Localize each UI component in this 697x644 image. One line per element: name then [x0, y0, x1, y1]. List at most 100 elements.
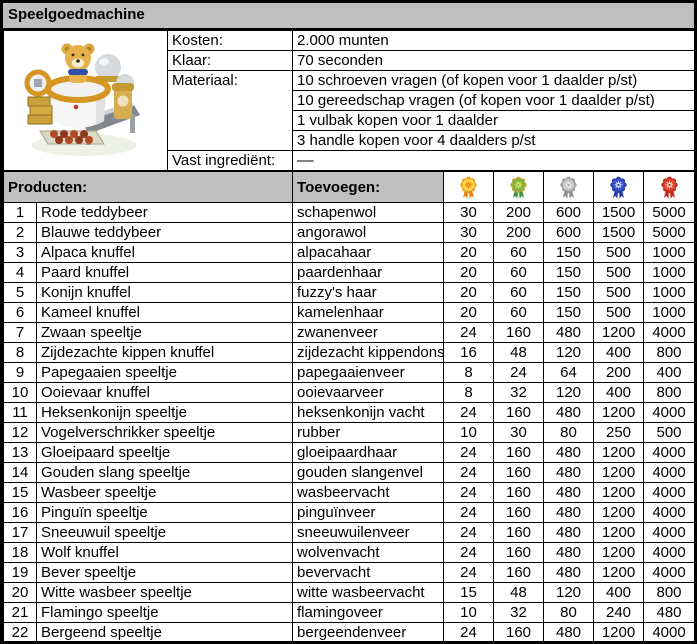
product-value-green: 48	[494, 583, 544, 603]
product-value-green: 32	[494, 383, 544, 403]
product-value-orange: 24	[444, 483, 494, 503]
product-value-silver: 120	[544, 383, 594, 403]
product-name: Vogelverschrikker speeltje	[37, 423, 293, 443]
green-rosette-icon	[508, 175, 529, 200]
product-ingredient: rubber	[293, 423, 444, 443]
product-ingredient: wolvenvacht	[293, 543, 444, 563]
product-value-blue: 1500	[594, 223, 644, 243]
product-value-red: 1000	[644, 283, 695, 303]
product-value-green: 60	[494, 283, 544, 303]
product-number: 22	[4, 623, 37, 643]
medal-column-silver	[544, 172, 594, 203]
speelgoedmachine-sheet: Speelgoedmachine	[0, 0, 697, 644]
product-name: Kameel knuffel	[37, 303, 293, 323]
product-name: Wasbeer speeltje	[37, 483, 293, 503]
product-row: 17 Sneeuwuil speeltje sneeuwuilenveer 24…	[4, 523, 695, 543]
product-value-orange: 8	[444, 363, 494, 383]
product-ingredient: bergeendenveer	[293, 623, 444, 643]
product-ingredient: ooievaarveer	[293, 383, 444, 403]
product-ingredient: pinguïnveer	[293, 503, 444, 523]
product-value-green: 160	[494, 563, 544, 583]
product-value-red: 4000	[644, 483, 695, 503]
product-value-green: 160	[494, 623, 544, 643]
product-value-red: 1000	[644, 243, 695, 263]
product-number: 11	[4, 403, 37, 423]
product-value-orange: 8	[444, 383, 494, 403]
product-value-blue: 1500	[594, 203, 644, 223]
product-row: 7 Zwaan speeltje zwanenveer 24 160 480 1…	[4, 323, 695, 343]
product-value-blue: 1200	[594, 503, 644, 523]
machine-info-table: Kosten: 2.000 munten Klaar: 70 seconden …	[3, 30, 695, 171]
product-name: Wolf knuffel	[37, 543, 293, 563]
product-name: Papegaaien speeltje	[37, 363, 293, 383]
info-label-materiaal: Materiaal:	[168, 71, 293, 151]
product-row: 11 Heksenkonijn speeltje heksenkonijn va…	[4, 403, 695, 423]
product-ingredient: gloeipaardhaar	[293, 443, 444, 463]
product-value-orange: 24	[444, 543, 494, 563]
product-value-orange: 10	[444, 423, 494, 443]
products-header-row: Producten: Toevoegen:	[4, 172, 695, 203]
product-value-silver: 80	[544, 603, 594, 623]
product-number: 16	[4, 503, 37, 523]
machine-image-cell	[4, 31, 168, 171]
product-value-silver: 64	[544, 363, 594, 383]
product-row: 10 Ooievaar knuffel ooievaarveer 8 32 12…	[4, 383, 695, 403]
product-value-orange: 30	[444, 203, 494, 223]
product-value-orange: 20	[444, 303, 494, 323]
product-number: 17	[4, 523, 37, 543]
product-row: 18 Wolf knuffel wolvenvacht 24 160 480 1…	[4, 543, 695, 563]
product-row: 5 Konijn knuffel fuzzy's haar 20 60 150 …	[4, 283, 695, 303]
product-name: Gloeipaard speeltje	[37, 443, 293, 463]
product-value-silver: 480	[544, 403, 594, 423]
info-label-kosten: Kosten:	[168, 31, 293, 51]
product-number: 8	[4, 343, 37, 363]
product-name: Alpaca knuffel	[37, 243, 293, 263]
product-number: 2	[4, 223, 37, 243]
product-value-green: 60	[494, 303, 544, 323]
medal-column-blue	[594, 172, 644, 203]
product-number: 5	[4, 283, 37, 303]
product-value-orange: 15	[444, 583, 494, 603]
product-value-green: 200	[494, 223, 544, 243]
product-number: 12	[4, 423, 37, 443]
product-value-orange: 24	[444, 443, 494, 463]
product-value-blue: 1200	[594, 563, 644, 583]
products-column-header: Producten:	[4, 172, 293, 203]
product-number: 18	[4, 543, 37, 563]
product-value-red: 4000	[644, 623, 695, 643]
product-value-red: 4000	[644, 403, 695, 423]
product-value-silver: 150	[544, 263, 594, 283]
product-value-orange: 16	[444, 343, 494, 363]
product-row: 2 Blauwe teddybeer angorawol 30 200 600 …	[4, 223, 695, 243]
product-value-red: 1000	[644, 263, 695, 283]
product-value-blue: 1200	[594, 483, 644, 503]
product-value-silver: 480	[544, 623, 594, 643]
info-value-kosten: 2.000 munten	[293, 31, 695, 51]
toevoegen-column-header: Toevoegen:	[293, 172, 444, 203]
product-row: 22 Bergeend speeltje bergeendenveer 24 1…	[4, 623, 695, 643]
info-label-vast-ingredient: Vast ingrediënt:	[168, 151, 293, 171]
product-ingredient: zijdezacht kippendons	[293, 343, 444, 363]
product-name: Gouden slang speeltje	[37, 463, 293, 483]
product-value-blue: 500	[594, 263, 644, 283]
product-value-green: 160	[494, 403, 544, 423]
product-row: 9 Papegaaien speeltje papegaaienveer 8 2…	[4, 363, 695, 383]
product-value-green: 160	[494, 323, 544, 343]
product-value-green: 48	[494, 343, 544, 363]
product-value-green: 32	[494, 603, 544, 623]
product-number: 1	[4, 203, 37, 223]
product-value-green: 24	[494, 363, 544, 383]
product-name: Flamingo speeltje	[37, 603, 293, 623]
product-name: Bever speeltje	[37, 563, 293, 583]
product-value-orange: 24	[444, 503, 494, 523]
product-value-silver: 480	[544, 463, 594, 483]
product-value-red: 480	[644, 603, 695, 623]
product-value-red: 4000	[644, 563, 695, 583]
product-value-blue: 1200	[594, 543, 644, 563]
product-value-silver: 150	[544, 283, 594, 303]
product-name: Ooievaar knuffel	[37, 383, 293, 403]
product-ingredient: wasbeervacht	[293, 483, 444, 503]
product-name: Zijdezachte kippen knuffel	[37, 343, 293, 363]
product-value-blue: 200	[594, 363, 644, 383]
info-value-materiaal-2: 10 gereedschap vragen (of kopen voor 1 d…	[293, 91, 695, 111]
